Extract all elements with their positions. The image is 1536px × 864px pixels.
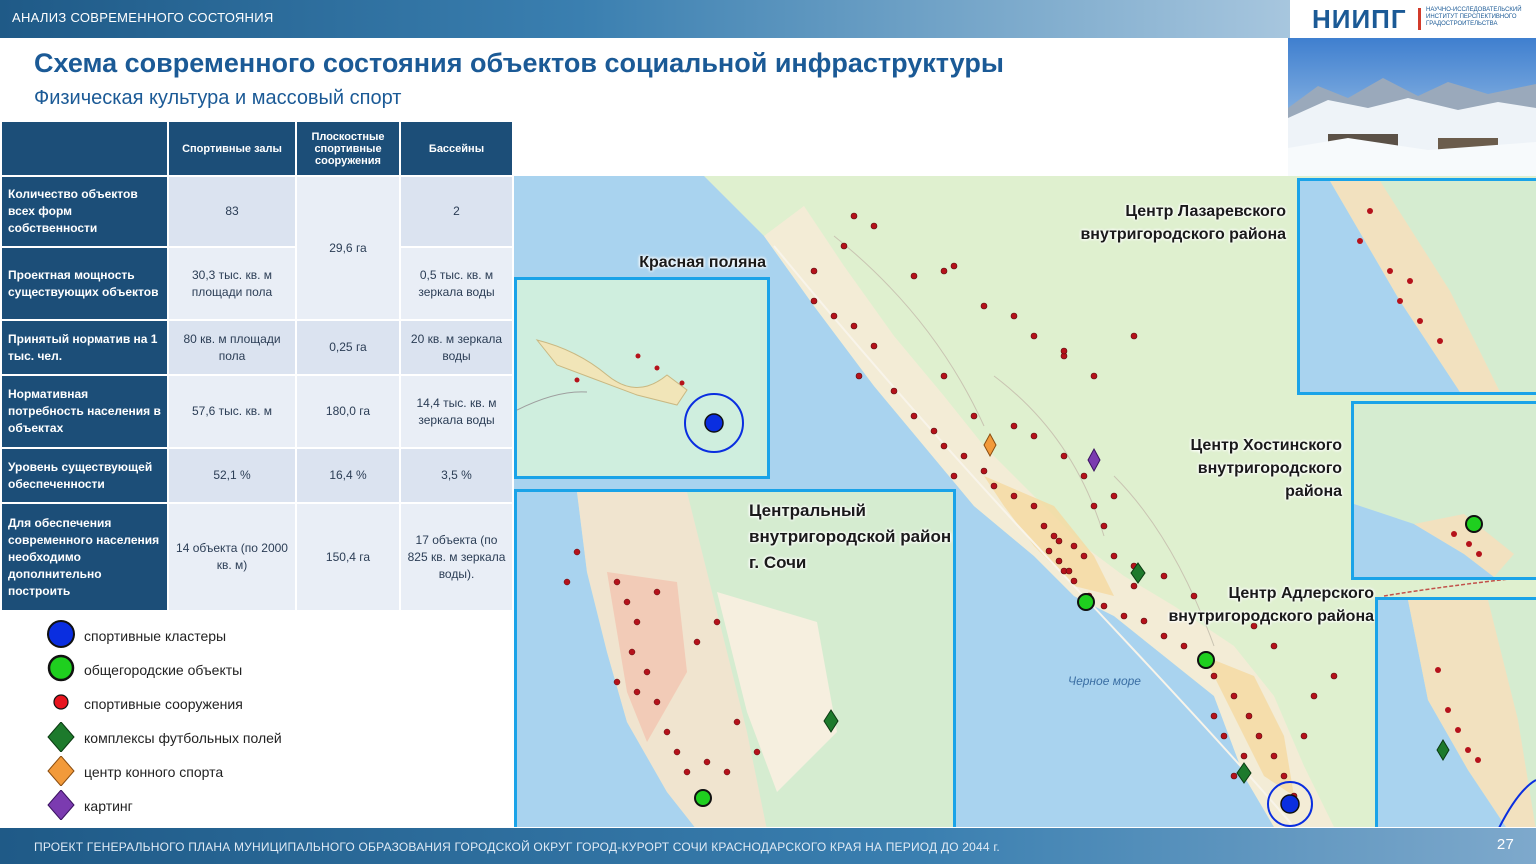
purple-diamond-icon (47, 790, 75, 820)
row-header: Уровень существующей обеспеченности (0, 447, 169, 504)
row-header: Для обеспечения современного населения н… (0, 502, 169, 612)
central-district-label: Центральный внутригородской район г. Соч… (749, 501, 952, 572)
table-row: Для обеспечения современного населения н… (0, 502, 514, 612)
table-cell: 20 кв. м зеркала воды (399, 319, 514, 376)
table-cell: 180,0 га (295, 374, 401, 449)
table-cell: 0,5 тыс. кв. м зеркала воды (399, 246, 514, 321)
legend-item: спортивные кластеры (44, 620, 364, 650)
row-header: Принятый норматив на 1 тыс. чел. (0, 319, 169, 376)
table-cell: 80 кв. м площади пола (167, 319, 297, 376)
row-header: Нормативная потребность населения в объе… (0, 374, 169, 449)
krasnaya-polyana-inset (514, 277, 770, 479)
table-cell: 14,4 тыс. кв. м зеркала воды (399, 374, 514, 449)
top-banner: АНАЛИЗ СОВРЕМЕННОГО СОСТОЯНИЯ (0, 0, 1290, 38)
page-title: Схема современного состояния объектов со… (34, 48, 1004, 78)
green-diamond-icon (47, 722, 75, 752)
logo-text: НИИПГ (1312, 4, 1407, 34)
table-cell: 30,3 тыс. кв. м площади пола (167, 246, 297, 321)
table-row: Нормативная потребность населения в объе… (0, 374, 514, 449)
table-cell: 17 объекта (по 825 кв. м зеркала воды). (399, 502, 514, 612)
footer-bar: ПРОЕКТ ГЕНЕРАЛЬНОГО ПЛАНА МУНИЦИПАЛЬНОГО… (0, 828, 1536, 864)
table-row: Проектная мощность существующих объектов… (0, 246, 514, 321)
row-header: Проектная мощность существующих объектов (0, 246, 169, 321)
legend-item: комплексы футбольных полей (44, 722, 364, 752)
adlersky-label: Центр Адлерского внутригородского района (1168, 585, 1374, 625)
table-cell: 16,4 % (295, 447, 401, 504)
legend-label: общегородские объекты (84, 662, 243, 678)
green-circle-icon (47, 654, 75, 682)
table-cell: 0,25 га (295, 319, 401, 376)
page-number: 27 (1496, 836, 1514, 853)
lazarevsky-label: Центр Лазаревского внутригородского райо… (1080, 203, 1286, 243)
table-cell: 2 (399, 175, 514, 248)
central-district-inset: Центральный внутригородской район г. Соч… (514, 489, 956, 827)
row-header: Количество объектов всех форм собственно… (0, 175, 169, 248)
logo-subtext: НАУЧНО-ИССЛЕДОВАТЕЛЬСКИЙ ИНСТИТУТ ПЕРСПЕ… (1426, 7, 1522, 27)
column-header: Бассейны (399, 120, 514, 177)
adlersky-inset (1375, 597, 1536, 827)
sea-label: Черное море (1068, 674, 1141, 688)
table-cell: 14 объекта (по 2000 кв. м) (167, 502, 297, 612)
legend-item: картинг (44, 790, 364, 820)
khostinsky-inset (1351, 401, 1536, 580)
table-cell: 52,1 % (167, 447, 297, 504)
table-row: Уровень существующей обеспеченности 52,1… (0, 447, 514, 504)
legend-label: спортивные кластеры (84, 628, 227, 644)
logo-divider (1418, 8, 1421, 30)
table-cell: 150,4 га (295, 502, 401, 612)
khostinsky-label: Центр Хостинского внутригородского район… (1190, 437, 1342, 500)
legend-item: спортивные сооружения (44, 688, 364, 718)
niipg-logo: НИИПГ НАУЧНО-ИССЛЕДОВАТЕЛЬСКИЙ ИНСТИТУТ … (1300, 0, 1536, 38)
table-row: Принятый норматив на 1 тыс. чел. 80 кв. … (0, 319, 514, 376)
table-cell: 83 (167, 175, 297, 248)
table-row: Количество объектов всех форм собственно… (0, 175, 514, 321)
legend-label: центр конного спорта (84, 764, 224, 780)
footer-text: ПРОЕКТ ГЕНЕРАЛЬНОГО ПЛАНА МУНИЦИПАЛЬНОГО… (34, 840, 1000, 854)
legend-item: общегородские объекты (44, 654, 364, 684)
red-dot-icon (53, 694, 69, 710)
table-header-row: Спортивные залы Плоскостные спортивные с… (0, 120, 514, 177)
table-cell: 57,6 тыс. кв. м (167, 374, 297, 449)
table-corner (0, 120, 169, 177)
column-header: Плоскостные спортивные сооружения (295, 120, 401, 177)
page-subtitle: Физическая культура и массовый спорт (34, 87, 402, 109)
legend-label: спортивные сооружения (84, 696, 243, 712)
section-title: АНАЛИЗ СОВРЕМЕННОГО СОСТОЯНИЯ (12, 10, 274, 25)
column-header: Спортивные залы (167, 120, 297, 177)
blue-circle-icon (47, 620, 75, 648)
table-cell: 3,5 % (399, 447, 514, 504)
orange-diamond-icon (47, 756, 75, 786)
sochi-map: Черное море Центр Лазаревского внутригор… (514, 176, 1536, 827)
table-cell: 29,6 га (295, 175, 401, 321)
legend-item: центр конного спорта (44, 756, 364, 786)
mountain-photo (1288, 38, 1536, 176)
legend-label: картинг (84, 798, 133, 814)
legend-label: комплексы футбольных полей (84, 730, 282, 746)
lazarevsky-inset (1297, 178, 1536, 395)
krasnaya-polyana-label: Красная поляна (639, 254, 766, 271)
stats-table: Спортивные залы Плоскостные спортивные с… (0, 120, 514, 612)
